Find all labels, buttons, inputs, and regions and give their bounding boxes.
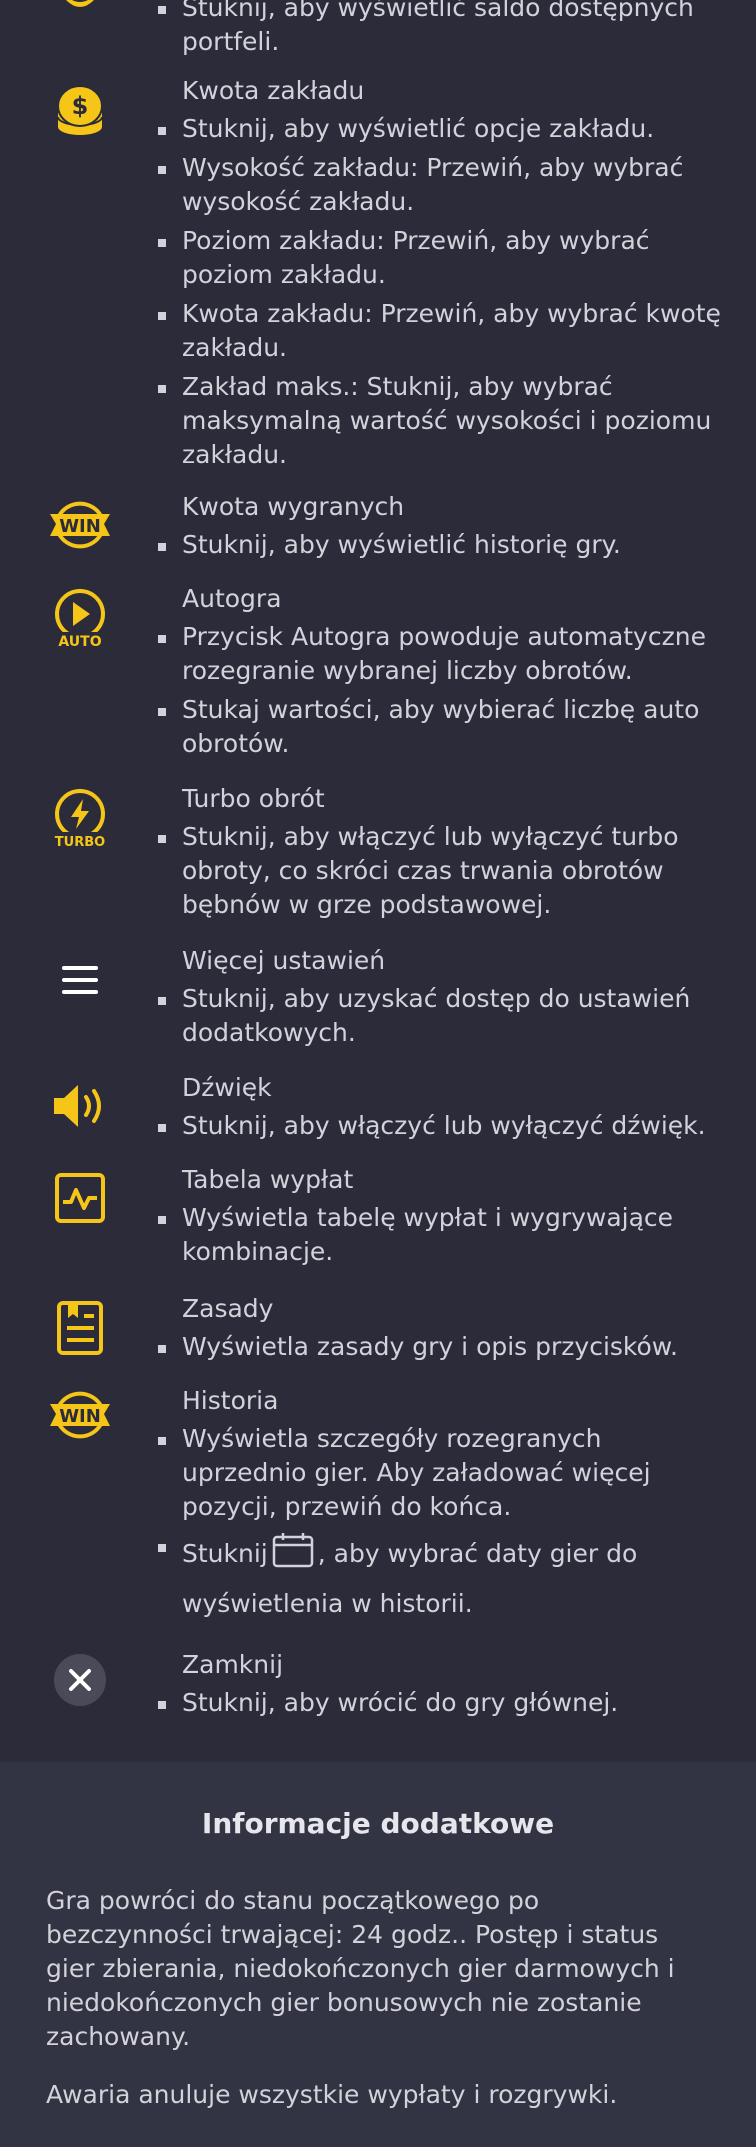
svg-text:WIN: WIN [59, 1406, 101, 1427]
bullet-text: Wysokość zakładu: Przewiń, aby wybrać wy… [158, 151, 722, 219]
history-icon: WIN [42, 1384, 118, 1444]
wallet-icon [42, 0, 118, 10]
bullet-text: Stuknij, aby wyświetlić historię gry. [158, 528, 722, 562]
info-paragraph: Awaria anuluje wszystkie wypłaty i rozgr… [46, 2080, 618, 2109]
item-title: Turbo obrót [182, 784, 325, 813]
bullet-text: Kwota zakładu: Przewiń, aby wybrać kwotę… [158, 297, 722, 365]
bullet-text: Stuknij, aby włączyć lub wyłączyć turbo … [158, 820, 722, 922]
bullet-text: Poziom zakładu: Przewiń, aby wybrać pozi… [158, 224, 722, 292]
svg-text:TURBO: TURBO [55, 835, 105, 850]
bullet-text: Wyświetla tabelę wypłat i wygrywające ko… [158, 1201, 722, 1269]
item-title: Dźwięk [182, 1073, 272, 1102]
bullet-text-calendar: Stuknij, aby wybrać daty gier do wyświet… [158, 1529, 722, 1629]
item-title: Zasady [182, 1294, 274, 1323]
paytable-icon [42, 1171, 118, 1225]
svg-text:AUTO: AUTO [58, 634, 101, 650]
bullet-text: Stuknij, aby wyświetlić saldo dostępnych… [158, 0, 722, 59]
bullet-text: Wyświetla zasady gry i opis przycisków. [158, 1330, 722, 1364]
win-icon: WIN [42, 494, 118, 554]
item-title: Zamknij [182, 1650, 284, 1679]
section-title: Informacje dodatkowe [201, 1807, 555, 1840]
calendar-icon [272, 1533, 313, 1568]
bullet-text: Stuknij, aby uzyskać dostęp do ustawień … [158, 982, 722, 1050]
item-title: Kwota zakładu [182, 76, 365, 105]
sound-icon [42, 1081, 118, 1131]
bullet-text: Stuknij, aby wyświetlić opcje zakładu. [158, 112, 722, 146]
svg-text:WIN: WIN [59, 516, 101, 537]
turbo-icon: TURBO [42, 788, 118, 852]
bullet-text: Wyświetla szczegóły rozegranych uprzedni… [158, 1422, 722, 1524]
bullet-text: Stuknij, aby wrócić do gry głównej. [158, 1686, 722, 1720]
close-icon [42, 1652, 118, 1708]
item-title: Więcej ustawień [182, 946, 386, 975]
autoplay-icon: AUTO [42, 588, 118, 652]
item-title: Autogra [182, 584, 282, 613]
bullet-text: Stuknij, aby włączyć lub wyłączyć dźwięk… [158, 1109, 722, 1143]
svg-text:$: $ [72, 92, 89, 120]
rules-icon [42, 1298, 118, 1358]
bullet-text: Przycisk Autogra powoduje automatyczne r… [158, 620, 722, 688]
item-title: Tabela wypłat [182, 1165, 354, 1194]
additional-info-section: Informacje dodatkowe Gra powróci do stan… [0, 1762, 756, 2147]
bullet-text: Zakład maks.: Stuknij, aby wybrać maksym… [158, 370, 722, 472]
menu-icon [42, 958, 118, 1002]
bullet-text: Stukaj wartości, aby wybierać liczbę aut… [158, 693, 722, 761]
item-title: Historia [182, 1386, 279, 1415]
item-title: Kwota wygranych [182, 492, 405, 521]
coins-icon: $ [42, 80, 118, 140]
button-help-list: Stuknij, aby wyświetlić saldo dostępnych… [0, 0, 756, 1762]
info-paragraph: Gra powróci do stanu początkowego po bez… [46, 1886, 675, 2051]
help-page: Stuknij, aby wyświetlić saldo dostępnych… [0, 0, 756, 2147]
